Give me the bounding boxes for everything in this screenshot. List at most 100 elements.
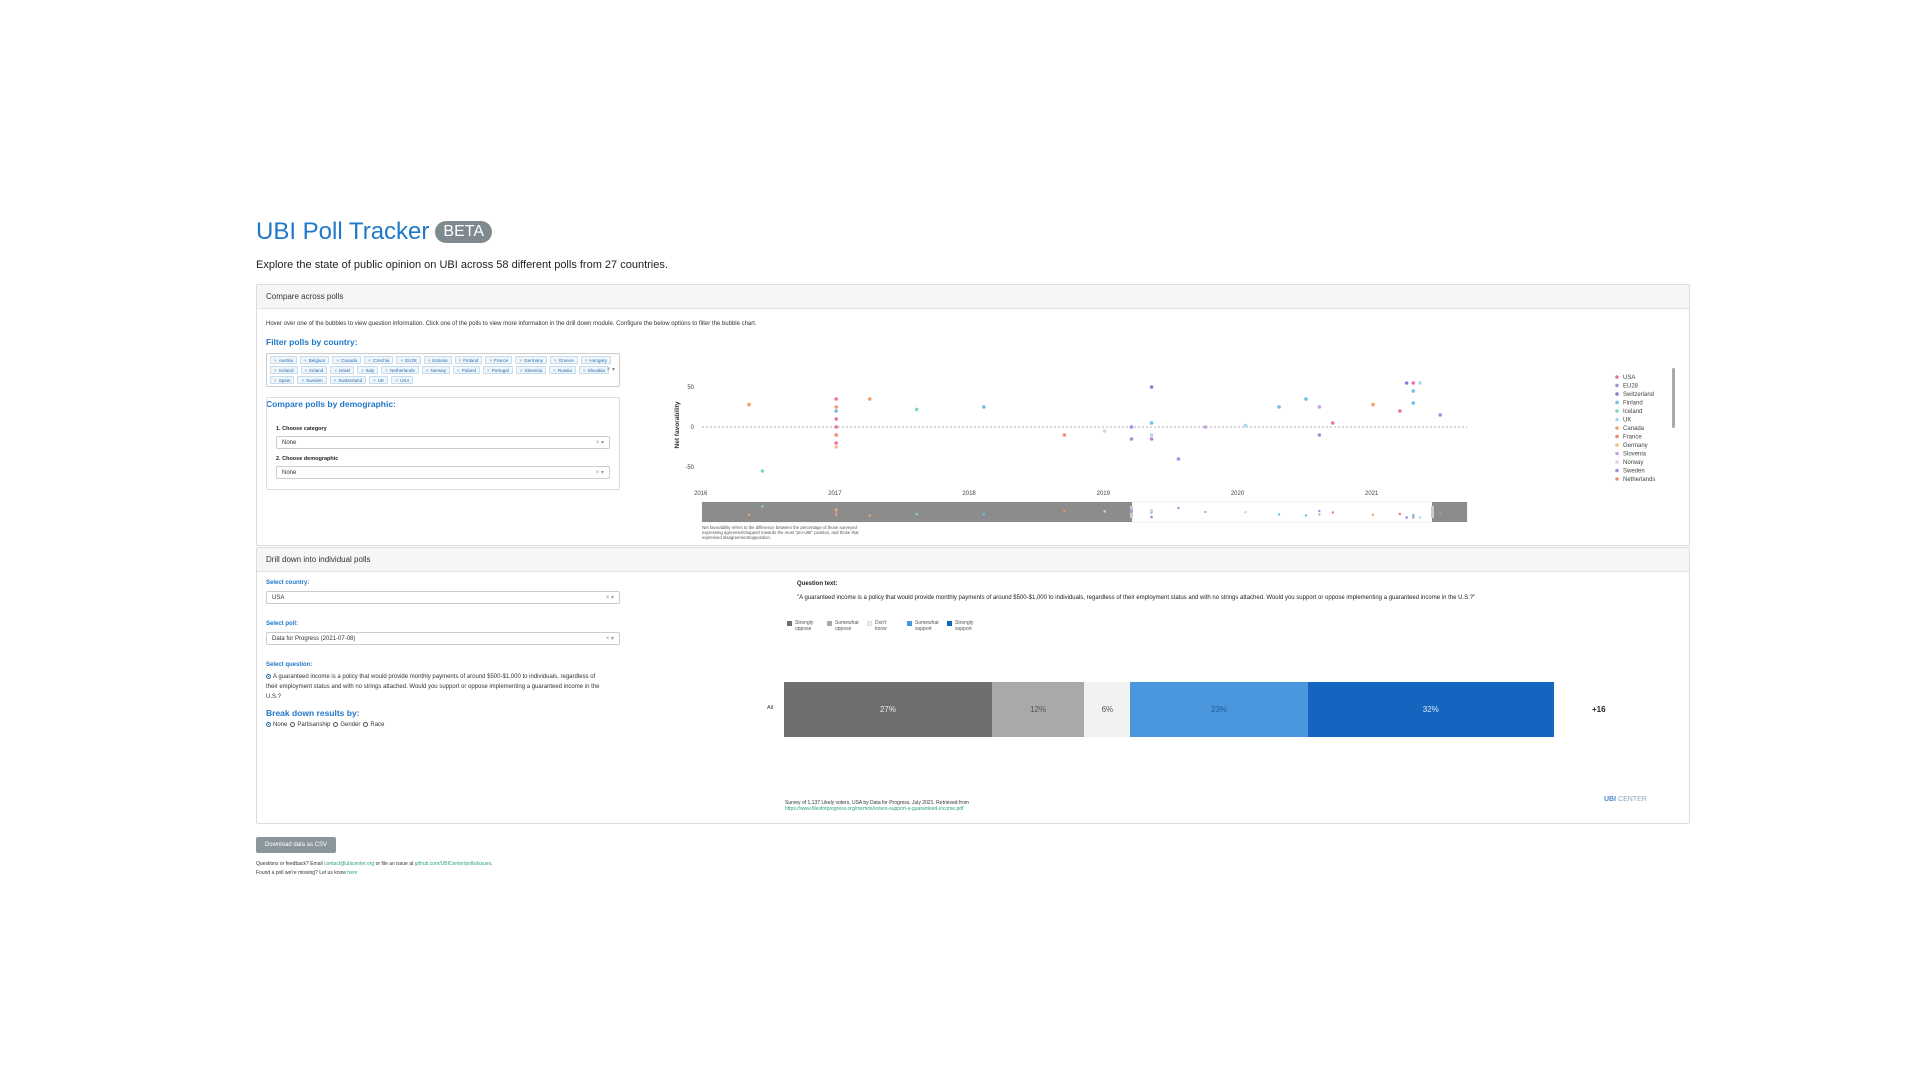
breakdown-radio[interactable] bbox=[363, 721, 369, 727]
data-point[interactable] bbox=[747, 402, 751, 407]
remove-tag-icon[interactable]: × bbox=[585, 358, 588, 363]
country-tag[interactable]: × Greece bbox=[549, 356, 578, 364]
data-point[interactable] bbox=[834, 417, 839, 421]
remove-tag-icon[interactable]: × bbox=[334, 378, 337, 383]
demographic-controls[interactable]: × ▾ bbox=[596, 467, 604, 479]
data-point[interactable] bbox=[1149, 437, 1154, 441]
range-handle-right[interactable] bbox=[1431, 506, 1434, 518]
country-tag[interactable]: × USA bbox=[391, 376, 414, 384]
breakdown-option[interactable]: None bbox=[266, 721, 287, 728]
bar-segment[interactable]: 12% bbox=[991, 682, 1085, 737]
breakdown-option[interactable]: Gender bbox=[333, 721, 360, 728]
legend-entry[interactable]: Iceland bbox=[1623, 409, 1642, 415]
legend-entry[interactable]: Sweden bbox=[1623, 469, 1645, 475]
country-tag[interactable]: × Czechia bbox=[364, 356, 394, 364]
remove-tag-icon[interactable]: × bbox=[304, 358, 307, 363]
breakdown-radio[interactable] bbox=[333, 721, 339, 727]
remove-tag-icon[interactable]: × bbox=[373, 378, 376, 383]
data-point[interactable] bbox=[834, 409, 839, 413]
clear-icon[interactable]: × bbox=[596, 440, 600, 446]
remove-tag-icon[interactable]: × bbox=[457, 368, 460, 373]
chevron-down-icon[interactable]: ▾ bbox=[611, 636, 614, 642]
clear-icon[interactable]: × bbox=[606, 636, 610, 642]
bar-segment[interactable]: 6% bbox=[1084, 682, 1131, 737]
remove-tag-icon[interactable]: × bbox=[301, 378, 304, 383]
remove-tag-icon[interactable]: × bbox=[395, 378, 398, 383]
legend-entry[interactable]: UK bbox=[1623, 418, 1631, 424]
country-filter-multiselect[interactable]: × Austria × Belgium × Canada × Czechia × EU28 × Est… bbox=[266, 353, 620, 387]
data-point[interactable] bbox=[1317, 433, 1322, 437]
clear-icon[interactable]: × bbox=[596, 470, 600, 476]
legend-entry[interactable]: Germany bbox=[1623, 443, 1648, 449]
country-select[interactable]: USA × ▾ bbox=[266, 591, 620, 604]
legend-item[interactable]: Strongly oppose bbox=[787, 620, 819, 632]
data-point[interactable] bbox=[1398, 409, 1402, 413]
remove-tag-icon[interactable]: × bbox=[274, 358, 277, 363]
data-point[interactable] bbox=[834, 405, 839, 409]
data-point[interactable] bbox=[1129, 437, 1134, 441]
data-point[interactable] bbox=[914, 407, 919, 412]
data-point[interactable] bbox=[1129, 425, 1134, 429]
country-tag[interactable]: × Slovenia bbox=[515, 366, 547, 374]
remove-tag-icon[interactable]: × bbox=[520, 368, 523, 373]
legend-entry[interactable]: Finland bbox=[1623, 401, 1643, 407]
clear-icon[interactable]: × bbox=[607, 367, 611, 373]
clear-icon[interactable]: × bbox=[606, 595, 610, 601]
data-point[interactable] bbox=[760, 469, 765, 473]
country-tag[interactable]: × Sweden bbox=[297, 376, 327, 384]
chevron-down-icon[interactable]: ▾ bbox=[601, 470, 604, 476]
data-point[interactable] bbox=[1062, 433, 1067, 437]
legend-item[interactable]: Somewhat support bbox=[907, 620, 939, 632]
country-tag[interactable]: × Iceland bbox=[270, 366, 298, 374]
data-point[interactable] bbox=[834, 433, 839, 437]
breakdown-radio[interactable] bbox=[266, 721, 271, 727]
data-point[interactable] bbox=[1411, 389, 1416, 393]
remove-tag-icon[interactable]: × bbox=[583, 368, 586, 373]
legend-item[interactable]: Somewhat oppose bbox=[827, 620, 859, 632]
country-tag[interactable]: × Germany bbox=[515, 356, 547, 364]
bar-segment[interactable]: 23% bbox=[1130, 682, 1308, 737]
download-csv-button[interactable]: Download data as CSV bbox=[256, 837, 336, 853]
country-filter-controls[interactable]: × ▾ bbox=[607, 366, 615, 373]
country-tag[interactable]: × Portugal bbox=[483, 366, 513, 374]
data-point[interactable] bbox=[1330, 421, 1335, 425]
data-point[interactable] bbox=[1411, 401, 1416, 405]
bubble-chart[interactable]: 50 0 -50 Net favorability 2016 2017 2018 2019 20… bbox=[617, 365, 1677, 545]
remove-tag-icon[interactable]: × bbox=[428, 358, 431, 363]
legend-entry[interactable]: Switzerland bbox=[1623, 392, 1654, 398]
legend-scrollbar[interactable] bbox=[1672, 368, 1675, 428]
legend-entry[interactable]: USA bbox=[1623, 375, 1635, 381]
legend-entry[interactable]: Netherlands bbox=[1623, 477, 1655, 483]
breakdown-radio-group[interactable]: None Partisanship Gender Race bbox=[266, 720, 387, 730]
email-link[interactable]: contact@ubicenter.org bbox=[324, 861, 374, 867]
data-point[interactable] bbox=[867, 397, 872, 401]
data-point[interactable] bbox=[834, 425, 839, 429]
question-radio[interactable] bbox=[266, 673, 271, 679]
country-tag[interactable]: × Finland bbox=[454, 356, 483, 364]
data-point[interactable] bbox=[1371, 402, 1375, 407]
breakdown-radio[interactable] bbox=[290, 721, 296, 727]
issues-link[interactable]: github.com/UBICenter/polls/issues bbox=[415, 861, 491, 867]
legend-entry[interactable]: EU28 bbox=[1623, 384, 1639, 390]
bar-segment[interactable]: 32% bbox=[1307, 682, 1554, 737]
data-point[interactable] bbox=[1317, 405, 1322, 409]
remove-tag-icon[interactable]: × bbox=[336, 358, 339, 363]
poll-controls[interactable]: × ▾ bbox=[606, 633, 614, 645]
country-tag[interactable]: × Austria bbox=[270, 356, 297, 364]
country-tag[interactable]: × Italy bbox=[357, 366, 379, 374]
country-tag[interactable]: × EU28 bbox=[396, 356, 421, 364]
country-tag[interactable]: × France bbox=[485, 356, 513, 364]
category-controls[interactable]: × ▾ bbox=[596, 437, 604, 449]
remove-tag-icon[interactable]: × bbox=[554, 358, 557, 363]
data-point[interactable] bbox=[1404, 381, 1409, 385]
remove-tag-icon[interactable]: × bbox=[519, 358, 522, 363]
country-controls[interactable]: × ▾ bbox=[606, 592, 614, 604]
data-point[interactable] bbox=[1149, 433, 1154, 437]
country-tag[interactable]: × Hungary bbox=[580, 356, 611, 364]
data-point[interactable] bbox=[834, 397, 839, 401]
breakdown-option[interactable]: Race bbox=[363, 721, 384, 728]
country-tag[interactable]: × Netherlands bbox=[381, 366, 419, 374]
data-point[interactable] bbox=[1176, 457, 1181, 461]
legend-entry[interactable]: France bbox=[1623, 435, 1642, 441]
country-tag[interactable]: × Spain bbox=[270, 376, 295, 384]
